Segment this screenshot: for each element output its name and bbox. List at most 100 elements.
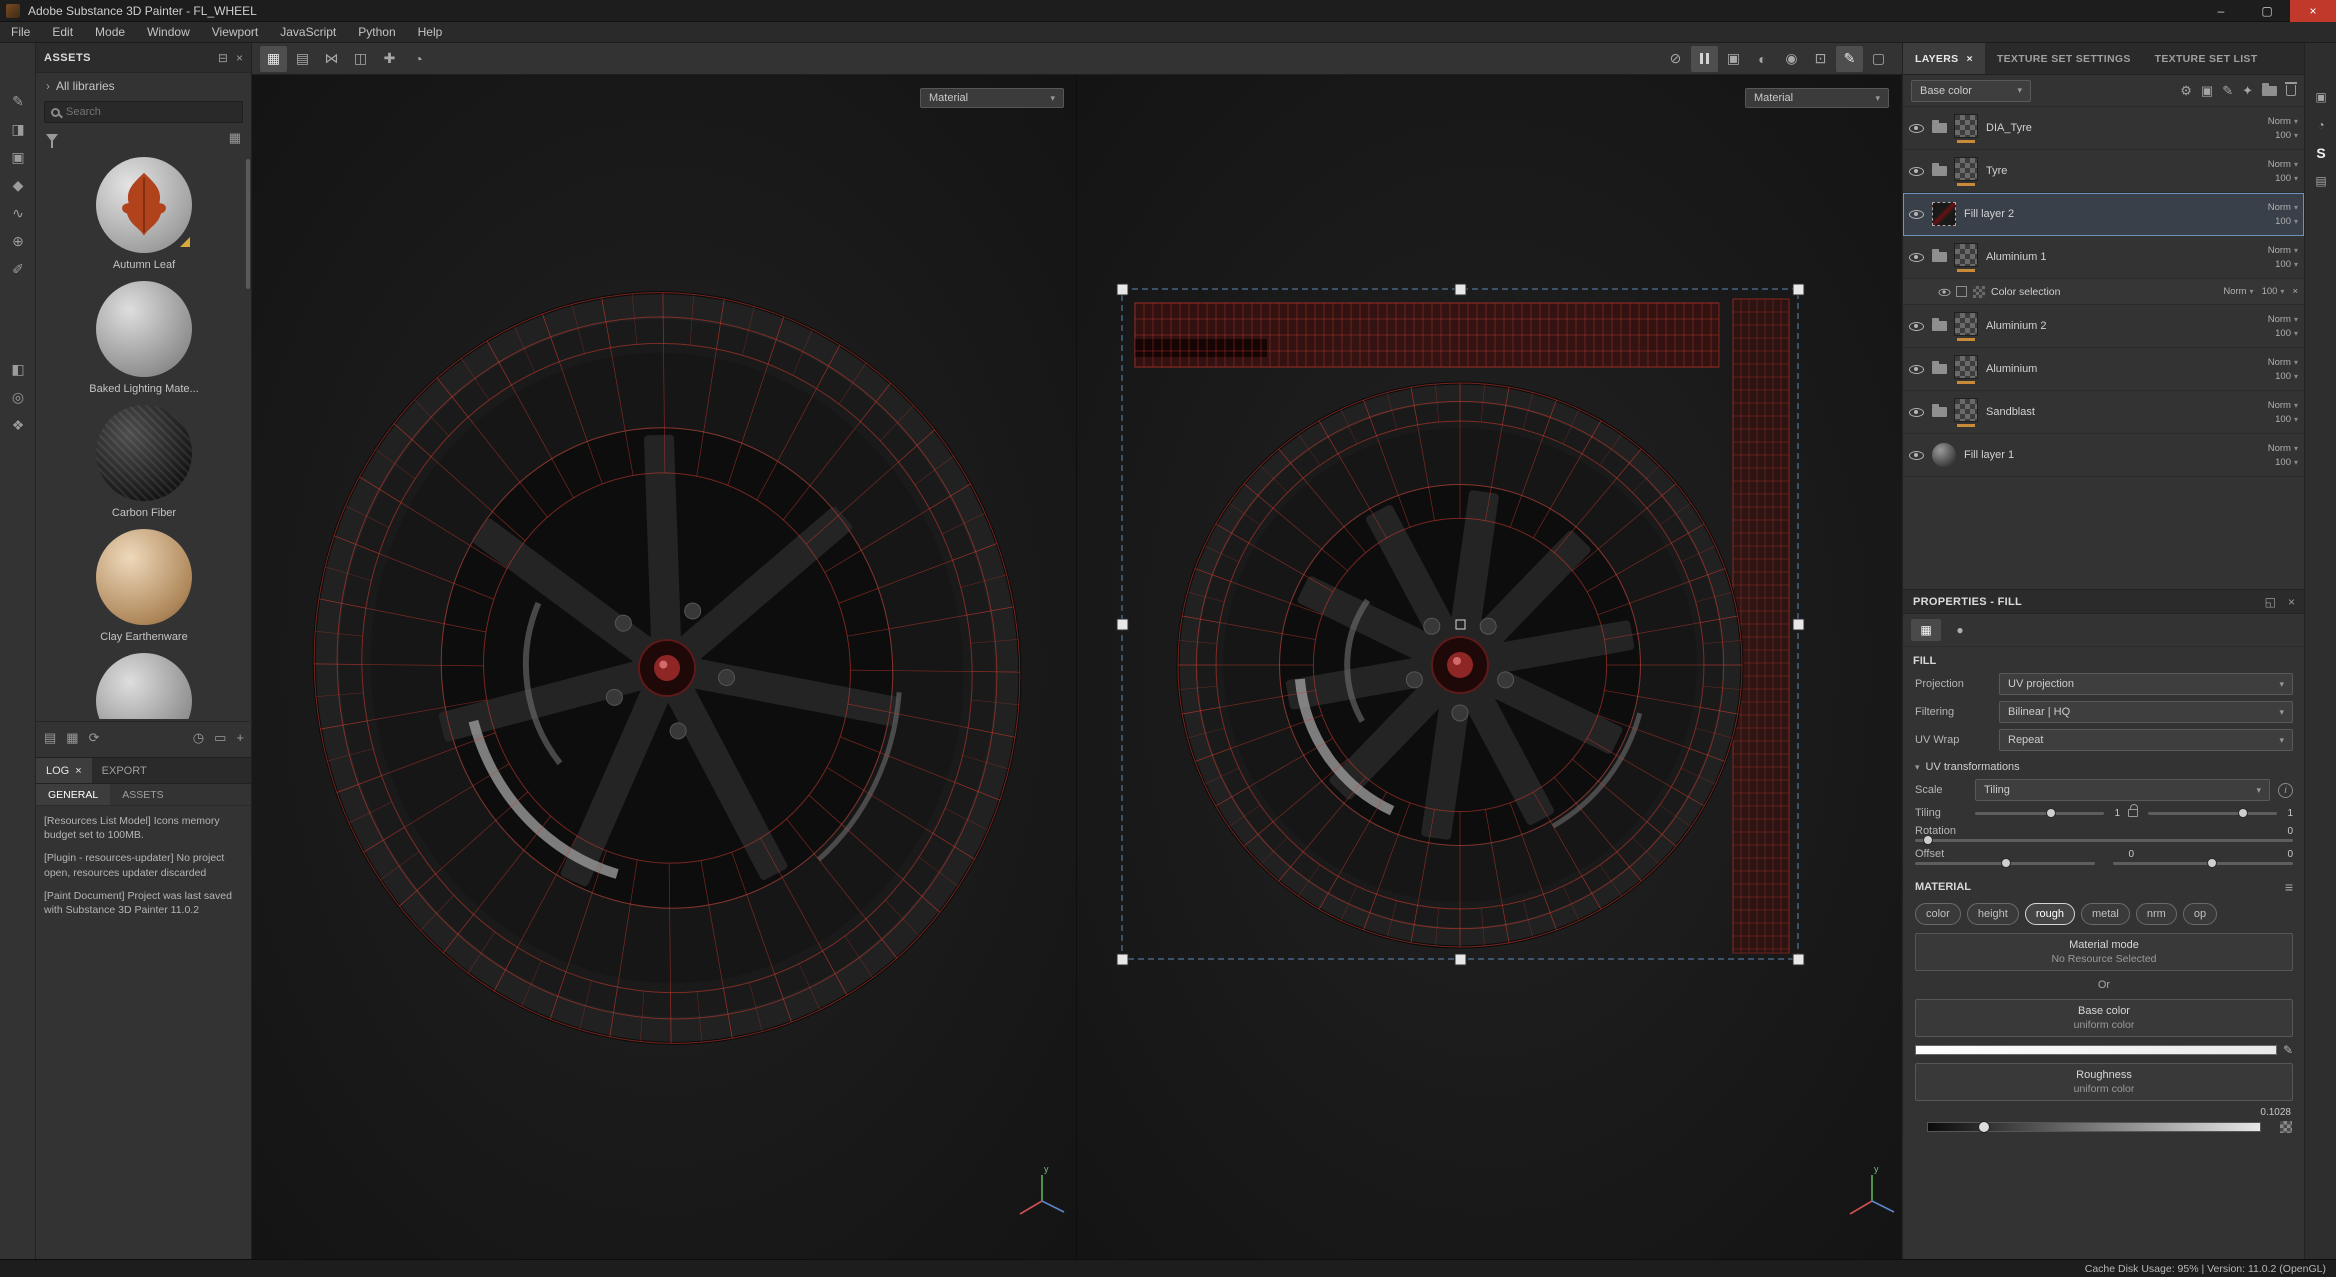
visibility-toggle-icon[interactable]	[1909, 207, 1924, 221]
menu-file[interactable]: File	[0, 22, 41, 43]
channel-color[interactable]: color	[1915, 903, 1961, 925]
polygon-fill-tool-icon[interactable]: ◆	[5, 172, 31, 198]
add-filter-icon[interactable]: ⚙	[2180, 83, 2192, 99]
close-button[interactable]: ×	[2290, 0, 2336, 22]
visibility-toggle-icon[interactable]	[1939, 286, 1951, 297]
rotation-value[interactable]: 0	[2277, 826, 2293, 837]
layer-thumbnail[interactable]	[1954, 243, 1978, 267]
display-mode-button[interactable]: ◐	[1749, 46, 1776, 72]
opacity-dropdown[interactable]: 100	[2275, 216, 2298, 227]
offset-y-value[interactable]: 0	[2287, 849, 2293, 860]
slider-knob[interactable]	[2207, 858, 2217, 868]
tab-export[interactable]: EXPORT	[92, 758, 157, 783]
base-color-swatch[interactable]	[1915, 1045, 2277, 1055]
channel-height[interactable]: height	[1967, 903, 2019, 925]
slider-knob[interactable]	[2238, 808, 2248, 818]
asset-thumbnail-autumn-leaf[interactable]	[96, 157, 192, 253]
blend-mode-dropdown[interactable]: Norm	[2268, 357, 2298, 368]
add-folder-icon[interactable]	[2262, 86, 2277, 96]
blend-mode-dropdown[interactable]: Norm	[2268, 400, 2298, 411]
blend-mode-dropdown[interactable]: Norm	[2223, 286, 2253, 297]
tiling-x-slider[interactable]	[1975, 812, 2104, 815]
channel-nrm[interactable]: nrm	[2136, 903, 2177, 925]
minimize-button[interactable]: –	[2198, 0, 2244, 22]
snap-grid-button[interactable]: ▤	[289, 46, 316, 72]
mirror-button[interactable]: ◫	[347, 46, 374, 72]
layer-thumbnail[interactable]	[1954, 355, 1978, 379]
camera-button[interactable]: ⊡	[1807, 46, 1834, 72]
tab-layers[interactable]: LAYERS ×	[1903, 43, 1985, 74]
grid-view-icon[interactable]: ▦	[229, 130, 241, 146]
asset-item[interactable]: Baked Lighting Mate...	[36, 281, 252, 395]
slider-knob[interactable]	[2001, 858, 2011, 868]
shelf-grid-view-icon[interactable]: ▦	[66, 730, 78, 746]
blend-mode-dropdown[interactable]: Norm	[2268, 116, 2298, 127]
channel-rough[interactable]: rough	[2025, 903, 2075, 925]
tiling-lock-icon[interactable]	[2128, 809, 2138, 817]
visibility-toggle-icon[interactable]	[1909, 362, 1924, 376]
tab-log[interactable]: LOG ×	[36, 758, 92, 783]
search-input[interactable]	[66, 106, 216, 118]
layer-thumbnail[interactable]	[1954, 157, 1978, 181]
asset-thumbnail-clay-earthenware[interactable]	[96, 529, 192, 625]
offset-x-slider[interactable]	[1915, 862, 2095, 865]
asset-item-partial[interactable]	[36, 653, 252, 719]
layer-effect-row-color-selection[interactable]: Color selection Norm 100 ×	[1903, 279, 2304, 305]
2d-uv-viewport-canvas[interactable]: y	[1077, 75, 1901, 1259]
layer-row-dia-tyre[interactable]: DIA_Tyre Norm 100	[1903, 107, 2304, 150]
roughness-texture-icon[interactable]	[2279, 1120, 2293, 1134]
asset-thumbnail-baked-lighting[interactable]	[96, 281, 192, 377]
color-picker-icon[interactable]: ✎	[2283, 1043, 2293, 1057]
properties-close-icon[interactable]: ×	[2288, 595, 2295, 609]
timer-button[interactable]: ◔	[405, 46, 432, 72]
assets-scrollbar[interactable]	[246, 159, 250, 289]
menu-window[interactable]: Window	[136, 22, 201, 43]
uv-transformations-toggle[interactable]: ▾ UV transformations	[1915, 761, 2293, 773]
perspective-grid-button[interactable]: ▦	[260, 46, 287, 72]
3d-viewport-canvas[interactable]: y	[252, 75, 1076, 1259]
visibility-toggle-icon[interactable]	[1909, 405, 1924, 419]
shelf-list-view-icon[interactable]: ▤	[44, 730, 56, 746]
slider-knob[interactable]	[1923, 835, 1933, 845]
menu-python[interactable]: Python	[347, 22, 406, 43]
asset-thumbnail-partial[interactable]	[96, 653, 192, 719]
rotation-slider[interactable]	[1915, 839, 2293, 842]
roughness-value[interactable]: 0.1028	[2260, 1107, 2291, 1118]
asset-search-box[interactable]	[44, 101, 243, 123]
add-effect-icon[interactable]: ✦	[2242, 83, 2253, 99]
scale-select[interactable]: Tiling	[1975, 779, 2270, 801]
roughness-slider[interactable]	[1927, 1122, 2261, 1132]
material-menu-icon[interactable]: ≡	[2285, 879, 2293, 895]
asset-thumbnail-carbon-fiber[interactable]	[96, 405, 192, 501]
tiling-y-value[interactable]: 1	[2277, 808, 2293, 819]
effect-checkbox[interactable]	[1956, 286, 1967, 297]
shelf-add-icon[interactable]: +	[236, 730, 244, 745]
opacity-dropdown[interactable]: 100	[2275, 457, 2298, 468]
projection-tool-icon[interactable]: ▣	[5, 144, 31, 170]
quick-export-button[interactable]: ▣	[1720, 46, 1747, 72]
opacity-dropdown[interactable]: 100	[2275, 371, 2298, 382]
log-subtab-general[interactable]: GENERAL	[36, 784, 110, 805]
blend-mode-dropdown[interactable]: Norm	[2268, 245, 2298, 256]
delete-layer-icon[interactable]	[2286, 85, 2296, 96]
tab-texture-set-list[interactable]: TEXTURE SET LIST	[2143, 43, 2270, 74]
filtering-select[interactable]: Bilinear | HQ	[1999, 701, 2293, 723]
properties-tab-grid[interactable]: ▦	[1911, 619, 1941, 641]
uv-wrap-select[interactable]: Repeat	[1999, 729, 2293, 751]
asset-item[interactable]: Autumn Leaf	[36, 157, 252, 271]
channel-metal[interactable]: metal	[2081, 903, 2130, 925]
slider-knob[interactable]	[1978, 1121, 1990, 1133]
material-picker-tool-icon[interactable]: ✐	[5, 256, 31, 282]
shelf-folder-icon[interactable]: ▭	[214, 730, 226, 746]
shader-settings-icon[interactable]: ▤	[2305, 167, 2336, 195]
remove-effect-icon[interactable]: ×	[2292, 286, 2298, 297]
channel-filter-select[interactable]: Base color	[1911, 80, 2031, 102]
display-settings-icon[interactable]: ▣	[2305, 83, 2336, 111]
shelf-history-icon[interactable]: ◷	[193, 730, 204, 746]
opacity-dropdown[interactable]: 100	[2275, 328, 2298, 339]
visibility-toggle-icon[interactable]	[1909, 448, 1924, 462]
menu-javascript[interactable]: JavaScript	[269, 22, 347, 43]
viewport-3d[interactable]: Material y	[252, 75, 1076, 1259]
maximize-button[interactable]: ▢	[2244, 0, 2290, 22]
history-icon[interactable]: ◔	[2305, 111, 2336, 139]
